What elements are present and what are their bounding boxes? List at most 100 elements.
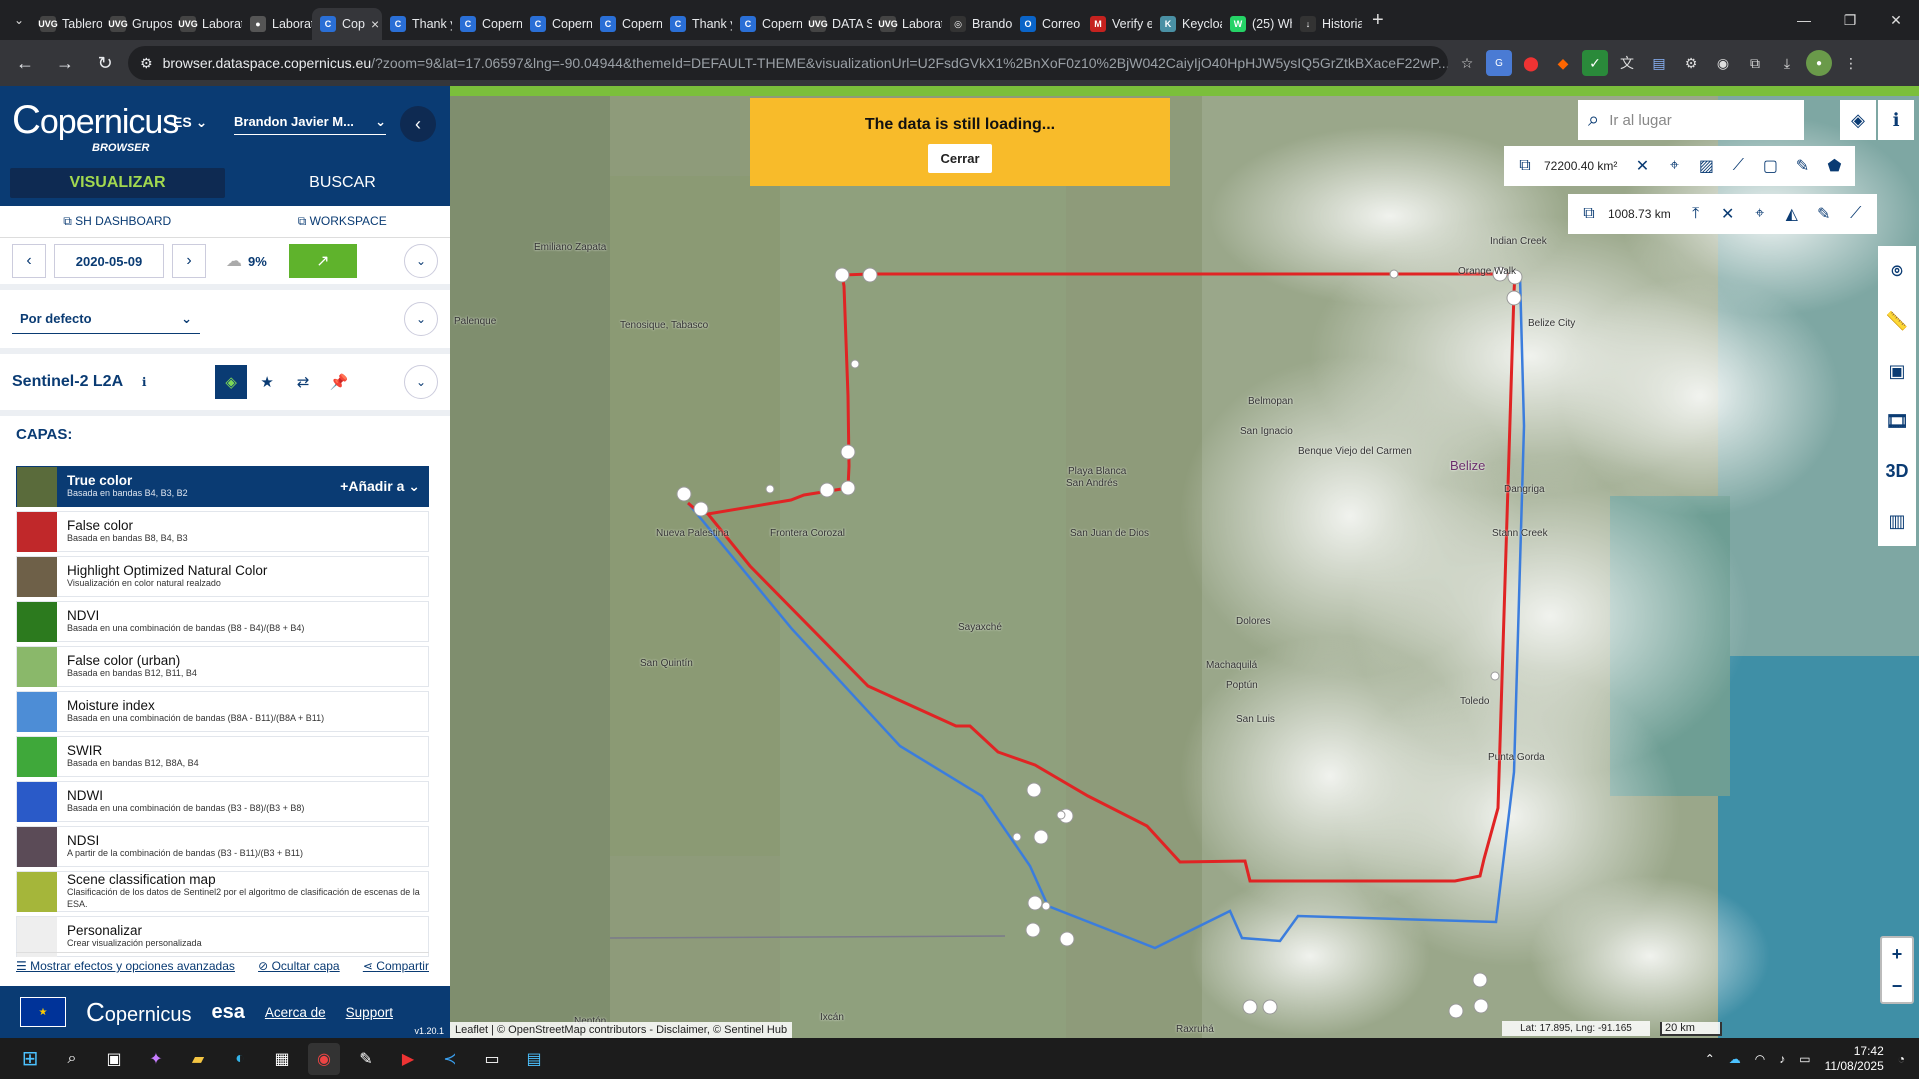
expand-date-button[interactable]: ⌄ <box>404 244 438 278</box>
theme-select[interactable]: Por defecto ⌄ <box>12 305 200 334</box>
onedrive-icon[interactable]: ☁ <box>1729 1052 1741 1066</box>
info-icon[interactable]: ℹ <box>133 371 155 393</box>
polygon-icon[interactable]: ⬟ <box>1821 156 1847 176</box>
zoom-out-button[interactable]: − <box>1882 970 1912 1002</box>
layer-item[interactable]: Scene classification map Clasificación de… <box>16 871 429 912</box>
browser-tab[interactable]: C Thank y <box>382 8 452 40</box>
browser-tab[interactable]: O Correo <box>1012 8 1082 40</box>
image-download-icon[interactable]: ▣ <box>1888 346 1905 396</box>
support-link[interactable]: Support <box>346 1005 393 1020</box>
layer-item[interactable]: NDWI Basada en una combinación de bandas … <box>16 781 429 822</box>
pin-icon[interactable]: 📌 <box>323 365 355 399</box>
layer-item[interactable]: Highlight Optimized Natural Color Visuali… <box>16 556 429 597</box>
browser-menu-icon[interactable]: ⋮ <box>1838 50 1864 76</box>
browser-tab[interactable]: ● Laborat <box>242 8 312 40</box>
copilot-icon[interactable]: ✦ <box>140 1043 172 1075</box>
bookmark-star-icon[interactable]: ☆ <box>1454 50 1480 76</box>
browser-tab[interactable]: W (25) Wh <box>1222 8 1292 40</box>
zoom-in-button[interactable]: + <box>1882 938 1912 970</box>
browser-tab[interactable]: ◎ Brando <box>942 8 1012 40</box>
star-icon[interactable]: ★ <box>251 365 283 399</box>
back-button[interactable]: ← <box>8 46 42 80</box>
map-view[interactable]: Emiliano Zapata Palenque Tenosique, Tabasc… <box>450 96 1919 1038</box>
document-extension-icon[interactable]: ▤ <box>1646 50 1672 76</box>
calculator-icon[interactable]: ▤ <box>518 1043 550 1075</box>
terminal-icon[interactable]: ▭ <box>476 1043 508 1075</box>
close-tab-icon[interactable]: × <box>371 16 379 32</box>
wifi-icon[interactable]: ◠ <box>1755 1052 1765 1066</box>
share-link[interactable]: ⋖ Compartir <box>363 959 429 973</box>
browser-tab[interactable]: C Copern <box>732 8 802 40</box>
close-window-icon[interactable]: ✕ <box>1873 12 1919 29</box>
hide-layer-link[interactable]: ⊘ Ocultar capa <box>258 959 339 973</box>
browser-tab[interactable]: M Verify e <box>1082 8 1152 40</box>
3d-button[interactable]: 3D <box>1885 446 1908 496</box>
pencil-icon[interactable]: ✎ <box>1789 156 1815 176</box>
browser-tab[interactable]: C Thank y <box>662 8 732 40</box>
statistics-icon[interactable]: ▥ <box>1888 496 1905 546</box>
browser-tab[interactable]: ↓ Historia <box>1292 8 1362 40</box>
location-search[interactable]: ⌕ Ir al lugar <box>1578 100 1804 140</box>
green-check-extension-icon[interactable]: ✓ <box>1582 50 1608 76</box>
fox-extension-icon[interactable]: ◆ <box>1550 50 1576 76</box>
browser-tab[interactable]: K Keycloa <box>1152 8 1222 40</box>
browser-tab[interactable]: UVG DATA S <box>802 8 872 40</box>
elevation-profile-icon[interactable]: ◭ <box>1779 204 1805 224</box>
browser-tab[interactable]: C Copern <box>452 8 522 40</box>
copy-icon[interactable]: ⧉ <box>1576 205 1602 223</box>
search-icon[interactable]: ⌕ <box>56 1043 88 1075</box>
gear-extension-icon[interactable]: ⚙ <box>1678 50 1704 76</box>
previous-date-button[interactable]: ‹ <box>12 244 46 278</box>
vscode-icon[interactable]: ≺ <box>434 1043 466 1075</box>
layer-item[interactable]: NDSI A partir de la combinación de bandas… <box>16 826 429 867</box>
new-tab-button[interactable]: + <box>1362 9 1394 32</box>
layer-item[interactable]: NDVI Basada en una combinación de bandas … <box>16 601 429 642</box>
battery-icon[interactable]: ▭ <box>1799 1052 1810 1066</box>
timelapse-film-icon[interactable]: 🎞 <box>1886 396 1909 446</box>
browser-tab[interactable]: C Cop × <box>312 8 382 40</box>
minimize-icon[interactable]: — <box>1781 12 1827 28</box>
collapse-sidebar-button[interactable]: ‹ <box>400 106 436 142</box>
add-to-button[interactable]: +Añadir a ⌄ <box>340 478 420 495</box>
center-icon[interactable]: ⌖ <box>1661 157 1687 175</box>
tab-visualize[interactable]: VISUALIZAR <box>10 168 225 198</box>
layer-item[interactable]: True color Basada en bandas B4, B3, B2 +Añ… <box>16 466 429 507</box>
location-pin-icon[interactable]: ⌾ <box>1892 246 1903 296</box>
pencil-icon[interactable]: ✎ <box>1811 204 1837 224</box>
browser-tab[interactable]: UVG Tablero <box>32 8 102 40</box>
layers-toggle-icon[interactable]: ◈ <box>1840 100 1876 140</box>
translate-icon[interactable]: 文 <box>1614 50 1640 76</box>
ruler-icon[interactable]: 📏 <box>1886 296 1908 346</box>
volume-icon[interactable]: ♪ <box>1779 1052 1785 1066</box>
tab-search-icon[interactable]: ⌄ <box>6 7 32 33</box>
histogram-icon[interactable]: ▨ <box>1693 156 1719 176</box>
next-date-button[interactable]: › <box>172 244 206 278</box>
expand-dataset-button[interactable]: ⌄ <box>404 365 438 399</box>
layer-item[interactable]: SWIR Basada en bandas B12, B8A, B4 <box>16 736 429 777</box>
windows-start-icon[interactable]: ⊞ <box>14 1043 46 1075</box>
puzzle-extensions-icon[interactable]: ⧉ <box>1742 50 1768 76</box>
workspace-link[interactable]: ⧉ WORKSPACE <box>298 214 387 229</box>
compare-icon[interactable]: ⇄ <box>287 365 319 399</box>
measure-line-icon[interactable]: ⟋ <box>1843 205 1869 223</box>
reload-button[interactable]: ↻ <box>88 46 122 80</box>
vpn-extension-icon[interactable]: ◉ <box>1710 50 1736 76</box>
show-effects-link[interactable]: ☰ Mostrar efectos y opciones avanzadas <box>16 959 235 973</box>
browser-tab[interactable]: C Copern <box>522 8 592 40</box>
tab-search[interactable]: BUSCAR <box>235 160 450 206</box>
browser-tab[interactable]: UVG Laborat <box>872 8 942 40</box>
clear-icon[interactable]: ✕ <box>1629 156 1655 176</box>
expand-theme-button[interactable]: ⌄ <box>404 302 438 336</box>
line-chart-icon[interactable]: ⟋ <box>1725 157 1751 175</box>
layer-item[interactable]: False color Basada en bandas B8, B4, B3 <box>16 511 429 552</box>
about-link[interactable]: Acerca de <box>265 1005 326 1020</box>
notes-app-icon[interactable]: ✎ <box>350 1043 382 1075</box>
restore-icon[interactable]: ❐ <box>1827 12 1873 29</box>
info-icon[interactable]: ℹ <box>1878 100 1914 140</box>
site-info-icon[interactable]: ⚙ <box>140 55 153 72</box>
task-view-icon[interactable]: ▣ <box>98 1043 130 1075</box>
clock[interactable]: 17:42 11/08/2025 <box>1825 1044 1884 1074</box>
layer-item[interactable]: Personalizar Crear visualización personal… <box>16 916 429 957</box>
close-banner-button[interactable]: Cerrar <box>928 144 992 173</box>
url-field[interactable]: ⚙ browser.dataspace.copernicus.eu/?zoom=… <box>128 46 1448 80</box>
